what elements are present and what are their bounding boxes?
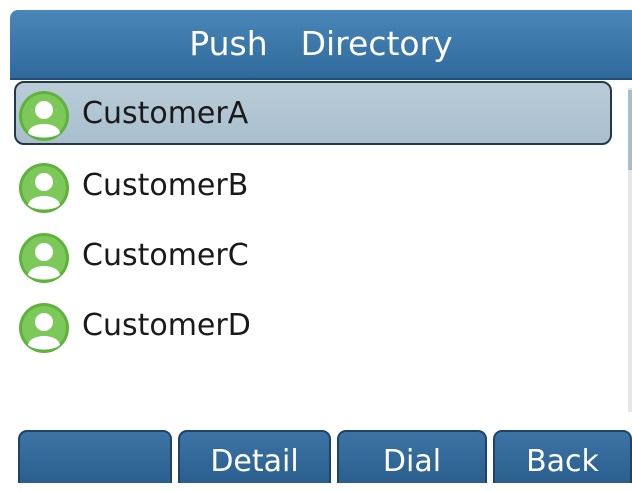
page-title: Push Directory [189,24,453,63]
dial-button[interactable]: Dial [337,430,487,483]
contact-row-customer-d[interactable]: CustomerD [12,292,614,360]
softkey-bar: Detail Dial Back [0,430,632,483]
title-bar: Push Directory [10,10,632,80]
contact-name: CustomerB [82,168,249,203]
contact-row-customer-c[interactable]: CustomerC [12,222,614,290]
contact-name: CustomerA [82,96,249,131]
contact-avatar-icon [19,91,69,141]
contact-name: CustomerC [82,238,249,273]
contact-row-customer-b[interactable]: CustomerB [12,152,614,220]
detail-button[interactable]: Detail [178,430,331,483]
contact-list: CustomerA CustomerB CustomerC CustomerD [0,80,632,420]
contact-avatar-icon [19,163,69,213]
back-button[interactable]: Back [493,430,632,483]
scrollbar-thumb[interactable] [628,90,632,170]
contact-name: CustomerD [82,308,251,343]
contact-row-customer-a[interactable]: CustomerA [12,80,614,148]
contact-avatar-icon [19,233,69,283]
softkey-1[interactable] [18,430,172,483]
contact-avatar-icon [19,303,69,353]
